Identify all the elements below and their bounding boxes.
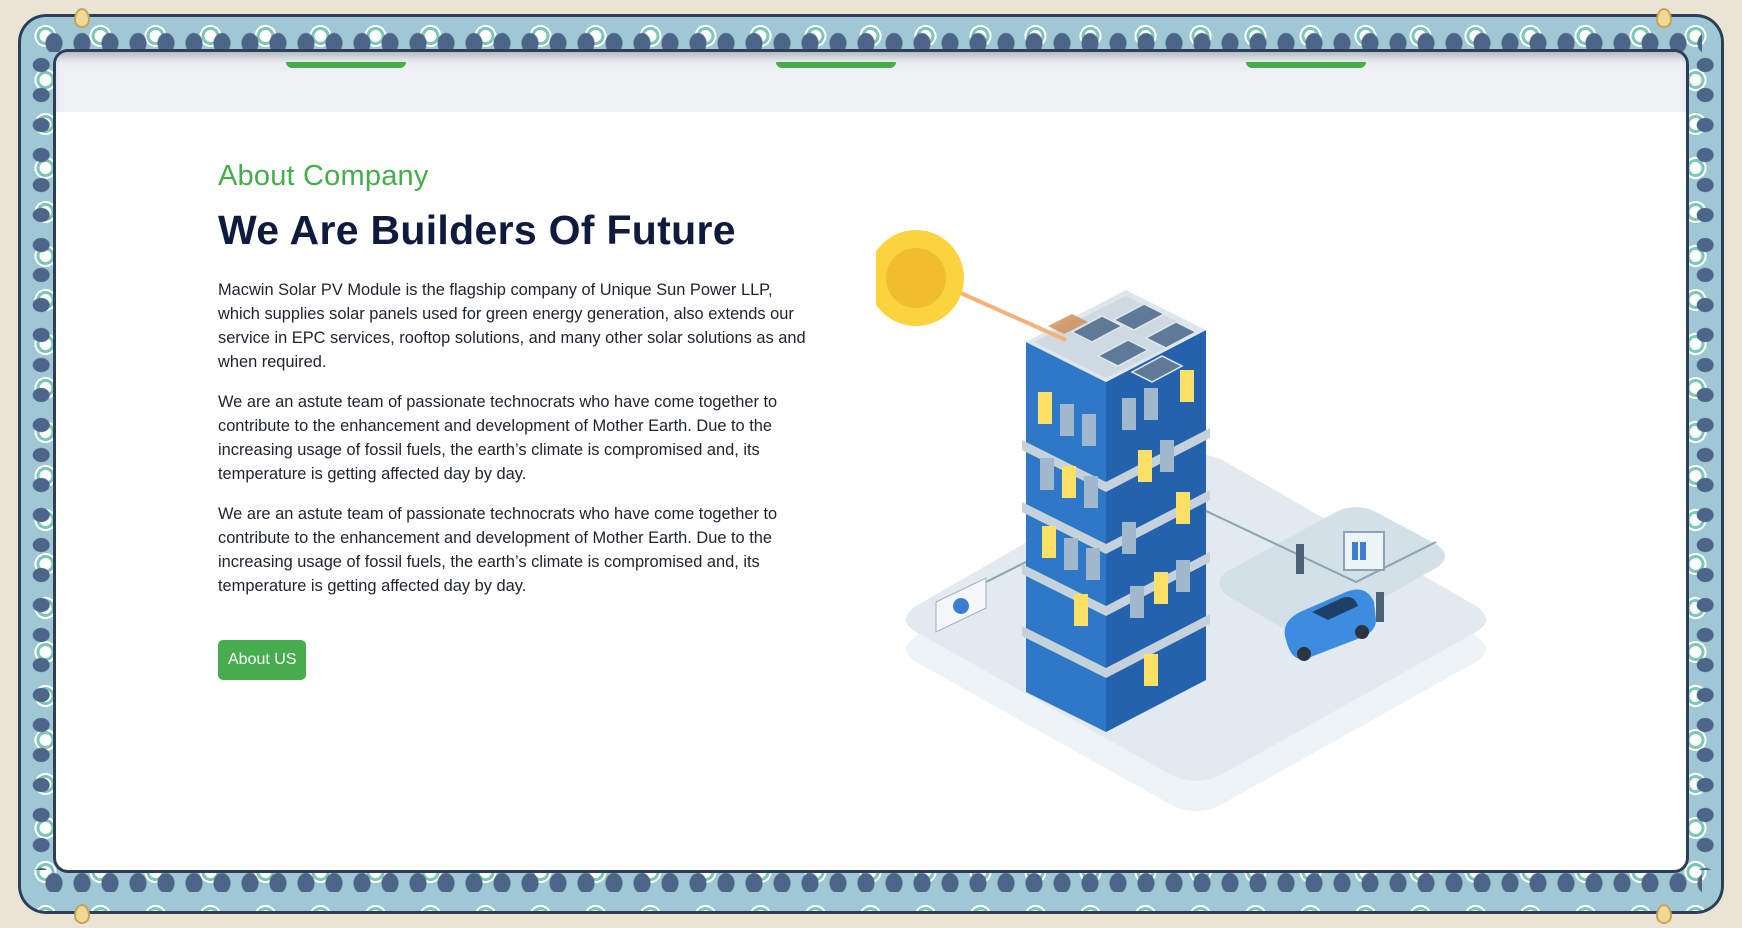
header-section-bottom bbox=[56, 52, 1686, 112]
office-building-icon bbox=[1022, 290, 1210, 732]
browser-viewport: About Company We Are Builders Of Future … bbox=[56, 52, 1686, 870]
section-eyebrow: About Company bbox=[218, 160, 429, 192]
clipped-header-text bbox=[776, 52, 896, 70]
about-section: About Company We Are Builders Of Future … bbox=[218, 160, 818, 680]
flourish-icon bbox=[1656, 904, 1672, 924]
frame-pattern-right bbox=[1692, 50, 1714, 870]
flourish-icon bbox=[74, 904, 90, 924]
clipped-header-text bbox=[1246, 52, 1366, 70]
charger-icon bbox=[1376, 592, 1384, 622]
sun-icon bbox=[876, 230, 964, 326]
section-headline: We Are Builders Of Future bbox=[218, 207, 736, 253]
solar-building-illustration bbox=[876, 230, 1486, 811]
frame-pattern-bottom bbox=[40, 870, 1702, 892]
flourish-icon bbox=[1656, 8, 1672, 28]
charger-icon bbox=[1296, 544, 1304, 574]
flourish-icon bbox=[74, 8, 90, 28]
clipped-header-text bbox=[286, 52, 406, 70]
frame-pattern-left bbox=[28, 50, 50, 870]
about-paragraph: We are an astute team of passionate tech… bbox=[218, 393, 778, 483]
about-paragraph: Macwin Solar PV Module is the flagship c… bbox=[218, 281, 806, 371]
about-us-button[interactable]: About US bbox=[218, 640, 307, 680]
about-paragraph: We are an astute team of passionate tech… bbox=[218, 505, 778, 595]
frame-pattern-top bbox=[40, 30, 1702, 52]
